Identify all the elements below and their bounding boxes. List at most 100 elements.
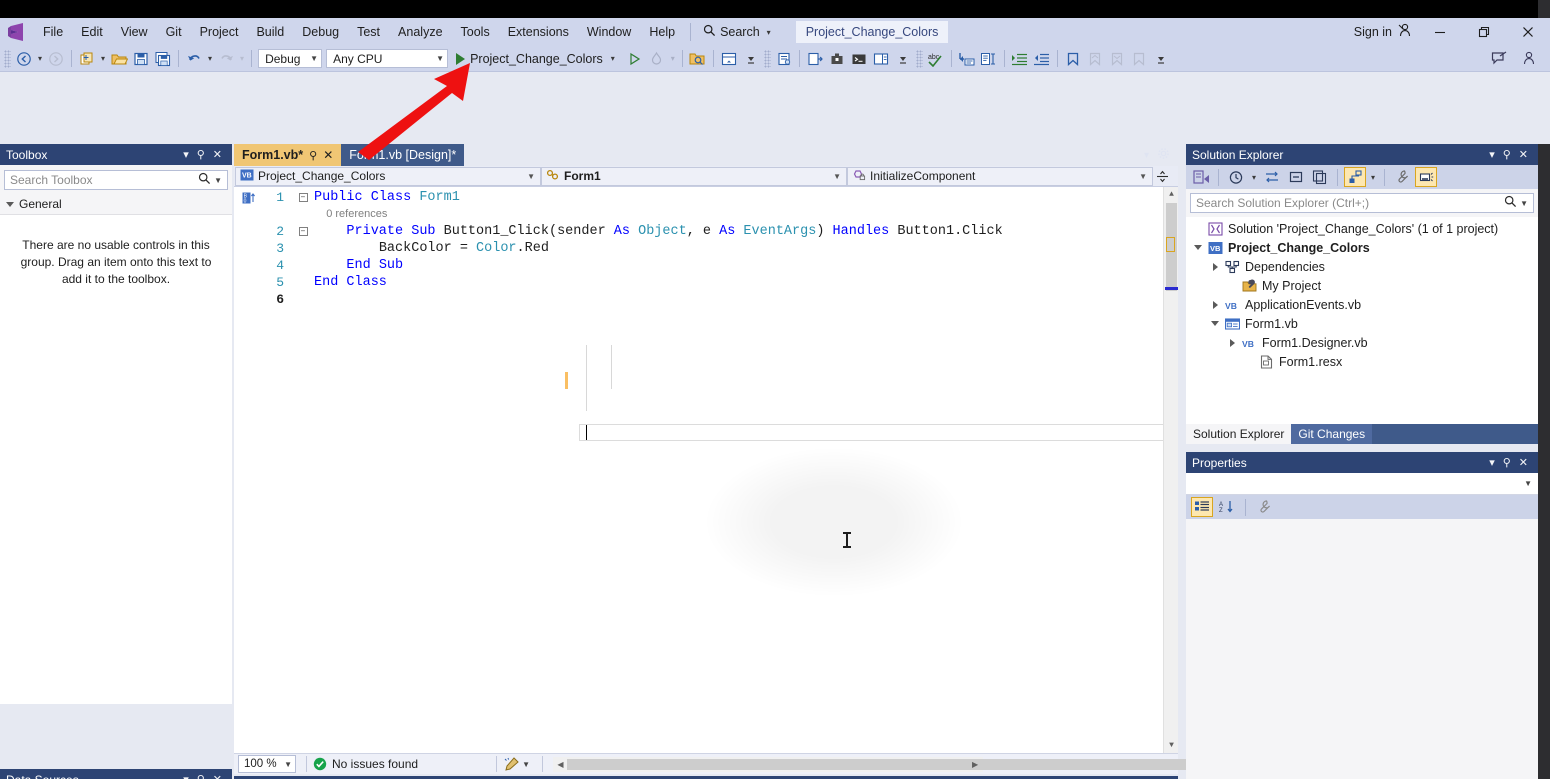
code-cleanup-dropdown-icon[interactable]: ▼ <box>519 760 536 769</box>
code-text-area[interactable]: B0 1–Public Class Form1 0 references2– P… <box>234 187 1178 753</box>
save-all-icon[interactable] <box>152 48 174 70</box>
tab-form1-vb-design[interactable]: Form1.vb [Design]* <box>341 144 464 166</box>
solution-tree-item[interactable]: VBForm1.Designer.vb <box>1186 333 1538 352</box>
expander-closed-icon[interactable] <box>1224 339 1240 347</box>
fold-margin[interactable]: – <box>292 227 314 236</box>
menu-item-project[interactable]: Project <box>191 21 248 43</box>
solution-explorer-pin-icon[interactable]: ⚲ <box>1499 148 1515 161</box>
show-all-files-icon[interactable] <box>1309 167 1331 187</box>
properties-wrench-icon[interactable] <box>1391 167 1413 187</box>
toolbar-overflow-icon[interactable] <box>1150 48 1172 70</box>
solution-tree-item[interactable]: Form1.vb <box>1186 314 1538 333</box>
new-project-dropdown-icon[interactable]: ▾ <box>98 54 108 63</box>
toggle-bookmark-icon[interactable] <box>1062 48 1084 70</box>
code-line[interactable]: 1–Public Class Form1 <box>234 189 1178 206</box>
tab-git-changes[interactable]: Git Changes <box>1291 424 1372 444</box>
expander-open-icon[interactable] <box>1190 245 1206 250</box>
properties-close-icon[interactable]: ✕ <box>1515 456 1532 469</box>
pending-changes-filter-icon[interactable] <box>1225 167 1247 187</box>
properties-object-select[interactable]: ▼ <box>1186 473 1538 495</box>
editor-vertical-scrollbar[interactable]: ▲ ▼ <box>1163 187 1178 753</box>
start-debugging-button[interactable]: Project_Change_Colors ▾ <box>450 48 624 70</box>
properties-pin-icon[interactable]: ⚲ <box>1499 456 1515 469</box>
expander-open-icon[interactable] <box>1207 321 1223 326</box>
switch-views-icon[interactable] <box>1190 167 1212 187</box>
tab-solution-explorer[interactable]: Solution Explorer <box>1186 424 1291 444</box>
menu-item-tools[interactable]: Tools <box>452 21 499 43</box>
solution-structure-dropdown-icon[interactable]: ▾ <box>1368 173 1378 182</box>
toolbar-grip[interactable] <box>764 50 771 68</box>
menu-item-analyze[interactable]: Analyze <box>389 21 451 43</box>
toolbox-search-input[interactable]: Search Toolbox ▼ <box>4 170 228 190</box>
collapse-all-icon[interactable] <box>1285 167 1307 187</box>
increase-indent-icon[interactable] <box>1009 48 1031 70</box>
editor-settings-gear-icon[interactable] <box>1157 147 1170 163</box>
code-line[interactable]: 4 End Sub <box>234 257 1178 274</box>
solution-tree-item[interactable]: VBProject_Change_Colors <box>1186 238 1538 257</box>
save-icon[interactable] <box>130 48 152 70</box>
collapse-region-icon[interactable]: – <box>299 193 308 202</box>
solution-explorer-search-input[interactable]: Search Solution Explorer (Ctrl+;) ▼ <box>1190 193 1534 213</box>
scroll-left-icon[interactable]: ◀ <box>553 757 568 772</box>
menu-item-debug[interactable]: Debug <box>293 21 348 43</box>
data-sources-dropdown-icon[interactable]: ▾ <box>179 773 193 779</box>
feedback-icon[interactable] <box>1488 48 1510 70</box>
restore-button[interactable] <box>1462 18 1506 46</box>
editor-horizontal-scrollbar[interactable]: ◀ ▶ <box>553 757 983 772</box>
account-settings-icon[interactable] <box>1518 48 1540 70</box>
properties-grid[interactable] <box>1186 519 1538 779</box>
solution-tree-item[interactable]: VBApplicationEvents.vb <box>1186 295 1538 314</box>
scroll-right-icon[interactable]: ▶ <box>968 757 983 772</box>
layout-window-icon[interactable] <box>870 48 892 70</box>
menu-item-git[interactable]: Git <box>157 21 191 43</box>
menu-item-build[interactable]: Build <box>247 21 293 43</box>
code-line[interactable]: 3 BackColor = Color.Red <box>234 240 1178 257</box>
sign-in-button[interactable]: Sign in <box>1348 23 1418 41</box>
solution-explorer-close-icon[interactable]: ✕ <box>1515 148 1532 161</box>
new-item-icon[interactable] <box>804 48 826 70</box>
toolbar-options-icon[interactable] <box>740 48 762 70</box>
scroll-down-icon[interactable]: ▼ <box>1164 738 1178 753</box>
code-line[interactable]: 0 references <box>234 206 1178 223</box>
decrease-indent-icon[interactable] <box>1031 48 1053 70</box>
back-dropdown-icon[interactable]: ▾ <box>35 54 45 63</box>
solution-explorer-search-dropdown-icon[interactable]: ▼ <box>1517 199 1531 208</box>
code-line[interactable]: 2– Private Sub Button1_Click(sender As O… <box>234 223 1178 240</box>
live-share-icon[interactable] <box>687 48 709 70</box>
toolbar-options-icon[interactable] <box>892 48 914 70</box>
sync-with-active-document-icon[interactable] <box>1261 167 1283 187</box>
solution-platform-select[interactable]: Any CPU ▼ <box>326 49 448 68</box>
toolbox-close-icon[interactable]: ✕ <box>209 148 226 161</box>
menu-item-window[interactable]: Window <box>578 21 640 43</box>
code-lens-references[interactable]: 0 references <box>314 208 387 220</box>
fold-margin[interactable]: – <box>292 193 314 202</box>
tab-list-dropdown-icon[interactable]: ▾ <box>1144 150 1149 161</box>
uncomment-selection-icon[interactable] <box>978 48 1000 70</box>
toolbox-group-general[interactable]: General <box>0 194 232 215</box>
menu-item-test[interactable]: Test <box>348 21 389 43</box>
undo-icon[interactable] <box>183 48 205 70</box>
data-sources-pin-icon[interactable]: ⚲ <box>193 773 209 779</box>
tab-pin-icon[interactable]: ⚲ <box>309 149 317 162</box>
nav-member-select[interactable]: InitializeComponent ▼ <box>847 167 1153 186</box>
attach-process-icon[interactable] <box>826 48 848 70</box>
start-without-debugging-icon[interactable] <box>624 48 646 70</box>
close-window-button[interactable] <box>1506 18 1550 46</box>
h-scrollbar-thumb[interactable] <box>567 759 1217 770</box>
toolbox-pin-icon[interactable]: ⚲ <box>193 148 209 161</box>
preview-selected-items-icon[interactable] <box>1415 167 1437 187</box>
comment-selection-icon[interactable] <box>956 48 978 70</box>
toolbox-search-dropdown-icon[interactable]: ▼ <box>211 176 225 185</box>
solution-tree-item[interactable]: Form1.resx <box>1186 352 1538 371</box>
filter-dropdown-icon[interactable]: ▾ <box>1249 173 1259 182</box>
nav-project-select[interactable]: VB Project_Change_Colors ▼ <box>235 167 541 186</box>
code-cleanup-icon[interactable] <box>503 757 519 771</box>
menu-item-edit[interactable]: Edit <box>72 21 112 43</box>
spell-check-icon[interactable]: abc <box>925 48 947 70</box>
split-editor-icon[interactable] <box>1153 170 1171 183</box>
data-sources-close-icon[interactable]: ✕ <box>209 773 226 779</box>
expander-closed-icon[interactable] <box>1207 263 1223 271</box>
show-solution-structure-icon[interactable] <box>1344 167 1366 187</box>
scroll-up-icon[interactable]: ▲ <box>1164 187 1178 202</box>
open-file-icon[interactable] <box>108 48 130 70</box>
